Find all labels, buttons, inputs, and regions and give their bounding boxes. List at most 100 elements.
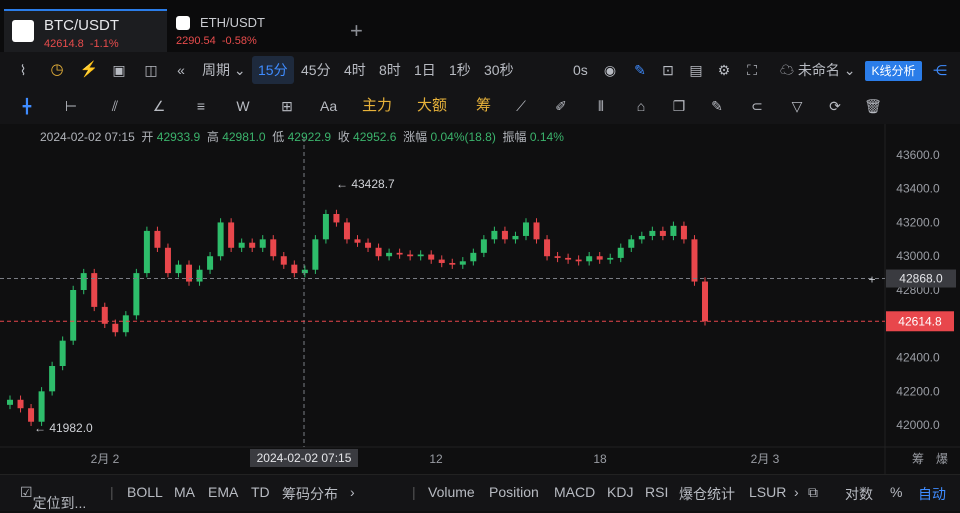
indicator-ma[interactable]: MA — [174, 484, 195, 500]
lock-drawings-icon[interactable]: ⌂ — [630, 88, 652, 124]
sub-rsi[interactable]: RSI — [645, 484, 668, 500]
rewind-icon[interactable]: « — [170, 52, 192, 88]
sub-liquidation[interactable]: 爆仓统计 — [679, 484, 735, 504]
indicator-ema[interactable]: EMA — [208, 484, 238, 500]
candle-body — [291, 264, 298, 274]
interval-1s[interactable]: 1秒 — [449, 52, 471, 88]
trend-line-icon[interactable]: ⫽ — [104, 88, 126, 124]
big-order-tool[interactable]: 大额 — [417, 88, 447, 124]
candlestick-chart[interactable]: 43600.043400.043200.043000.042800.042400… — [0, 124, 960, 474]
tab-symbol: BTC/USDT — [44, 17, 119, 34]
copy-icon[interactable]: ❐ — [668, 88, 690, 124]
x-tick-label: 18 — [593, 452, 607, 466]
import-icon[interactable]: ⊡ — [658, 52, 678, 88]
tab-bar: BTC/USDT 42614.8 -1.1% ETH/USDT 2290.54 … — [0, 0, 960, 53]
interval-4h[interactable]: 4时 — [344, 52, 366, 88]
filter-icon[interactable]: ▽ — [786, 88, 808, 124]
percent-toggle[interactable]: % — [890, 484, 902, 500]
chart-type-icon[interactable]: ⌇ — [12, 52, 34, 88]
kline-analysis-button[interactable]: K线分析 — [865, 61, 922, 81]
main-force-tool[interactable]: 主力 — [362, 88, 392, 124]
chart-area[interactable]: 2024-02-02 07:15 开 42933.9 高 42981.0 低 4… — [0, 124, 960, 474]
wave-icon[interactable]: W — [232, 88, 254, 124]
lock-icon[interactable]: ▣ — [108, 52, 130, 88]
candle-body — [270, 239, 277, 257]
exchange-logo-icon — [12, 20, 34, 42]
sub-position[interactable]: Position — [489, 484, 539, 500]
fib-icon[interactable]: ≡ — [190, 88, 212, 124]
interval-45m[interactable]: 45分 — [301, 52, 331, 88]
separator: | — [110, 484, 114, 500]
sub-kdj[interactable]: KDJ — [607, 484, 633, 500]
more-main-icon[interactable]: › — [350, 484, 355, 500]
ruler-icon[interactable]: ⟋ — [510, 88, 532, 124]
tab-price: 2290.54 -0.58% — [176, 35, 257, 47]
candle-body — [259, 239, 266, 248]
interval-8h[interactable]: 8时 — [379, 52, 401, 88]
tab-eth[interactable]: ETH/USDT 2290.54 -0.58% — [170, 10, 340, 52]
shape-icon[interactable]: ⊞ — [276, 88, 298, 124]
indicator-td[interactable]: TD — [251, 484, 270, 500]
trash-icon[interactable]: 🗑 — [862, 88, 884, 124]
angle-icon[interactable]: ∠ — [148, 88, 170, 124]
share-icon[interactable]: ⋲ — [930, 52, 950, 88]
candle-body — [501, 230, 508, 240]
candle-body — [554, 256, 561, 258]
popout-icon[interactable]: ⧉ — [808, 484, 818, 501]
speed-icon[interactable]: ◷ — [46, 52, 68, 88]
interval-15m[interactable]: 15分 — [258, 52, 288, 88]
candle-body — [565, 257, 572, 260]
exchange-logo-icon — [176, 16, 190, 30]
fullscreen-icon[interactable]: ⛶ — [742, 52, 762, 88]
bolt-icon[interactable]: ⚡ — [78, 52, 100, 88]
candle-body — [354, 239, 361, 243]
candle-body — [417, 254, 424, 257]
candle-body — [280, 256, 287, 265]
sync-icon[interactable]: ⟳ — [824, 88, 846, 124]
candles-icon[interactable]: ⫴ — [590, 88, 612, 124]
auto-toggle[interactable]: 自动 — [918, 484, 946, 504]
tab-btc[interactable]: BTC/USDT 42614.8 -1.1% — [4, 9, 167, 53]
indicator-boll[interactable]: BOLL — [127, 484, 163, 500]
interval-1d[interactable]: 1日 — [414, 52, 436, 88]
panel-icon[interactable]: ◫ — [140, 52, 162, 88]
chip-tool[interactable]: 筹 — [476, 88, 491, 124]
note-icon[interactable]: ▤ — [686, 52, 706, 88]
edit-icon[interactable]: ✎ — [706, 88, 728, 124]
candle-body — [628, 239, 635, 248]
pen-icon[interactable]: ✎ — [630, 52, 650, 88]
camera-icon[interactable]: ◉ — [600, 52, 620, 88]
candle-body — [670, 225, 677, 236]
candle-body — [228, 222, 235, 248]
text-tool[interactable]: Aa — [320, 88, 337, 124]
crosshair-icon[interactable]: ╋ — [16, 88, 38, 124]
more-sub-icon[interactable]: › — [794, 484, 799, 500]
sub-volume[interactable]: Volume — [428, 484, 475, 500]
magnet-icon[interactable]: ⊂ — [746, 88, 768, 124]
drawing-toolbar: ╋ ⊢ ⫽ ∠ ≡ W ⊞ Aa 主力 大额 筹 ⟋ ✐ ⫴ ⌂ ❐ ✎ ⊂ ▽… — [0, 88, 960, 124]
locate-button[interactable]: ☑ 定位到... — [20, 484, 86, 511]
horizontal-line-icon[interactable]: ⊢ — [60, 88, 82, 124]
log-toggle[interactable]: 对数 — [845, 484, 873, 504]
indicator-chip[interactable]: 筹码分布 — [282, 484, 338, 504]
candle-body — [333, 214, 340, 223]
add-tab-icon[interactable]: + — [350, 18, 363, 44]
candle-body — [301, 269, 308, 274]
candle-body — [522, 222, 529, 236]
x-tick-label: 2月 2 — [91, 452, 120, 466]
interval-30s[interactable]: 30秒 — [484, 52, 514, 88]
period-dropdown[interactable]: 周期 ⌄ — [202, 52, 246, 88]
candle-body — [659, 230, 666, 236]
candle-body — [396, 252, 403, 255]
candle-body — [691, 239, 698, 282]
candle-body — [133, 273, 140, 316]
settings-icon[interactable]: ⚙ — [714, 52, 734, 88]
candle-body — [312, 239, 319, 270]
x-tick-label: 12 — [429, 452, 443, 466]
y-tick-label: 43000.0 — [896, 249, 940, 263]
layout-dropdown[interactable]: ☁ 未命名 ⌄ — [780, 52, 856, 88]
sub-macd[interactable]: MACD — [554, 484, 595, 500]
brush-icon[interactable]: ✐ — [550, 88, 572, 124]
sub-lsur[interactable]: LSUR — [749, 484, 786, 500]
candle-body — [480, 239, 487, 253]
